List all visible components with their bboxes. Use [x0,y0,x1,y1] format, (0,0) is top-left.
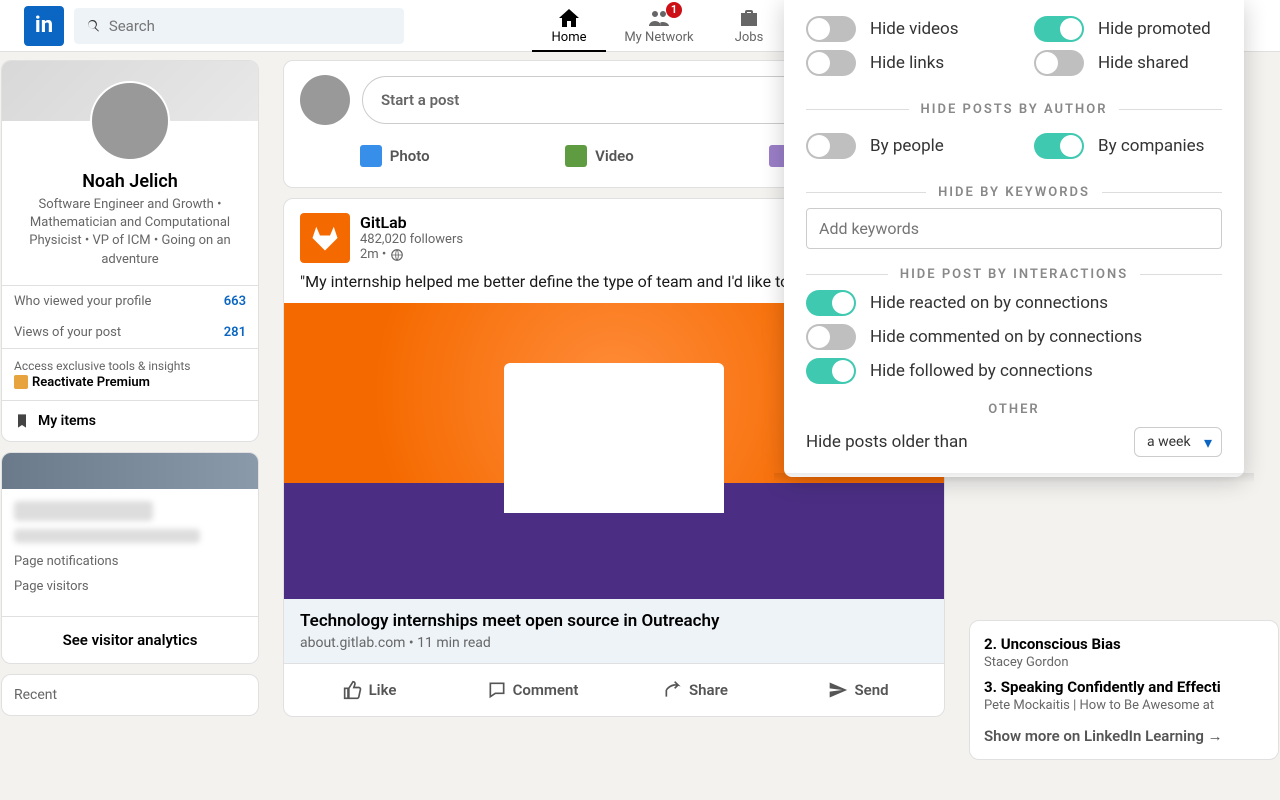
learning-item[interactable]: 2. Unconscious Bias Stacey Gordon [984,631,1264,674]
post-followers: 482,020 followers [360,232,463,247]
toggle-hide-shared[interactable]: Hide shared [1034,50,1222,76]
learning-card: 2. Unconscious Bias Stacey Gordon 3. Spe… [969,620,1279,760]
notification-badge: 1 [666,2,682,18]
toggle-hide-reacted[interactable]: Hide reacted on by connections [806,290,1222,316]
like-icon [343,680,363,700]
profile-name[interactable]: Noah Jelich [14,171,246,192]
keyword-input[interactable] [806,208,1222,249]
nav-home[interactable]: Home [524,0,614,52]
avatar[interactable] [300,75,350,125]
profile-headline: Software Engineer and Growth • Mathemati… [14,196,246,269]
like-button[interactable]: Like [288,668,451,712]
recent-card: Recent [1,674,259,716]
left-column: Noah Jelich Software Engineer and Growth… [1,60,259,770]
stat-value: 281 [224,325,246,340]
home-icon [557,6,581,30]
toggle-hide-promoted[interactable]: Hide promoted [1034,16,1222,42]
premium-box[interactable]: Access exclusive tools & insights Reacti… [2,348,258,400]
nav-items: Home 1 My Network Jobs [524,0,794,52]
learning-item[interactable]: 3. Speaking Confidently and Effecti Pete… [984,674,1264,717]
show-more-learning[interactable]: Show more on LinkedIn Learning → [984,717,1264,749]
send-button[interactable]: Send [777,668,940,712]
section-interactions: HIDE POST BY INTERACTIONS [900,267,1128,282]
send-icon [828,680,848,700]
recent-label: Recent [14,687,57,703]
section-keywords: HIDE BY KEYWORDS [938,185,1090,200]
linkedin-logo[interactable]: in [24,6,64,46]
toggle-hide-links[interactable]: Hide links [806,50,994,76]
nav-label: Home [552,30,587,45]
post-link-preview[interactable]: Technology internships meet open source … [284,599,944,663]
section-other: OTHER [806,402,1222,417]
stat-label: Views of your post [14,325,121,340]
link-sub: about.gitlab.com • 11 min read [300,635,928,651]
link-title: Technology internships meet open source … [300,611,928,631]
toggle-switch[interactable] [806,16,856,42]
see-visitor-analytics[interactable]: See visitor analytics [2,616,258,663]
toggle-switch[interactable] [806,358,856,384]
compose-video[interactable]: Video [553,135,646,177]
photo-icon [360,145,382,167]
page-notifications[interactable]: Page notifications [14,554,246,569]
feed-filter-panel: Hide videos Hide links Hide promoted Hid… [784,0,1244,477]
toggle-hide-followed[interactable]: Hide followed by connections [806,358,1222,384]
compose-photo[interactable]: Photo [348,135,442,177]
comment-button[interactable]: Comment [451,668,614,712]
share-button[interactable]: Share [614,668,777,712]
premium-cta: Reactivate Premium [14,375,246,390]
stat-label: Who viewed your profile [14,294,151,309]
premium-intro: Access exclusive tools & insights [14,359,246,373]
video-icon [565,145,587,167]
company-logo[interactable] [300,213,350,263]
toggle-switch[interactable] [1034,133,1084,159]
toggle-switch[interactable] [1034,16,1084,42]
toggle-switch[interactable] [806,133,856,159]
toggle-by-companies[interactable]: By companies [1034,133,1222,159]
nav-label: Jobs [735,30,764,45]
toggle-switch[interactable] [1034,50,1084,76]
search-icon [86,18,101,34]
toggle-hide-commented[interactable]: Hide commented on by connections [806,324,1222,350]
profile-card: Noah Jelich Software Engineer and Growth… [1,60,259,442]
toggle-by-people[interactable]: By people [806,133,994,159]
nav-jobs[interactable]: Jobs [704,0,794,52]
stat-viewed-profile[interactable]: Who viewed your profile 663 [2,286,258,317]
briefcase-icon [737,6,761,30]
gitlab-icon [310,223,340,253]
share-icon [663,680,683,700]
page-analytics-card: Page notifications Page visitors See vis… [1,452,259,664]
redacted-text [14,529,200,543]
nav-network[interactable]: 1 My Network [614,0,704,52]
search-input[interactable] [109,17,392,35]
older-than-select[interactable]: a week [1134,427,1222,457]
page-visitors[interactable]: Page visitors [14,579,246,594]
bookmark-icon [14,413,30,429]
globe-icon [390,248,404,262]
stat-value: 663 [224,294,246,309]
stat-post-views[interactable]: Views of your post 281 [2,317,258,348]
toggle-switch[interactable] [806,324,856,350]
toggle-switch[interactable] [806,290,856,316]
page-cover [2,453,258,489]
search-box[interactable] [74,8,404,44]
older-than-label: Hide posts older than [806,432,968,452]
avatar[interactable] [90,81,170,161]
redacted-text [14,501,153,521]
comment-icon [487,680,507,700]
my-items[interactable]: My items [2,400,258,441]
toggle-hide-videos[interactable]: Hide videos [806,16,994,42]
nav-label: My Network [624,30,693,45]
toggle-switch[interactable] [806,50,856,76]
post-author[interactable]: GitLab [360,213,463,232]
post-time: 2m • [360,247,390,262]
section-author: HIDE POSTS BY AUTHOR [921,102,1108,117]
